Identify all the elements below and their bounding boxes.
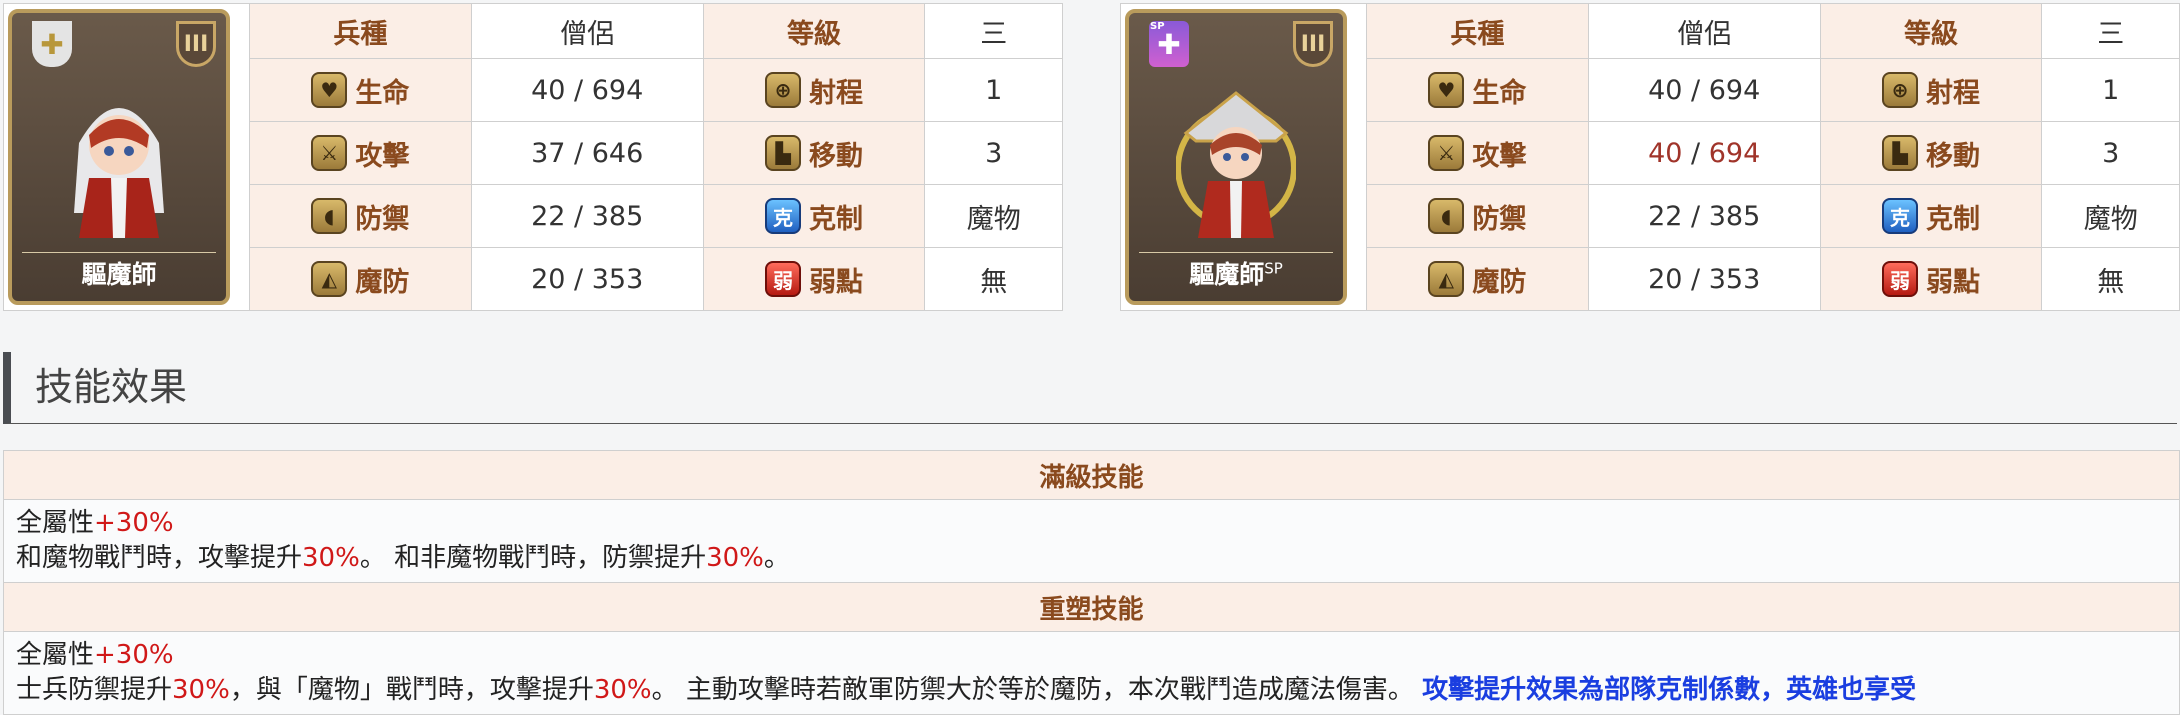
unit-name: 驅魔師SP <box>1189 259 1283 289</box>
atk-label-cell: ⚔ 攻擊 <box>1365 121 1589 185</box>
priest-sp-class-icon: SP ✚ <box>1149 21 1189 67</box>
move-label-cell: ▙ 移動 <box>702 121 926 185</box>
max-skill-line-2: 和魔物戰鬥時，攻擊提升30%。 和非魔物戰鬥時，防禦提升30%。 <box>16 543 790 573</box>
counter-label-cell: 克克制 <box>702 184 926 248</box>
move-value: 3 <box>924 121 1063 185</box>
range-value: 1 <box>2041 58 2180 122</box>
mdef-value: 20 / 353 <box>470 247 704 311</box>
crosshair-icon: ⊕ <box>1882 72 1919 108</box>
magic-shield-icon: ◭ <box>311 261 348 297</box>
unit-stats-table-2: SP ✚ III 驅魔師SP 兵種 僧侶 等級 三 ♥ 生命 40 / 694 … <box>1120 3 2180 311</box>
range-label-cell: ⊕ 射程 <box>1819 58 2043 122</box>
boot-icon: ▙ <box>1882 135 1919 171</box>
class-header: 兵種 <box>1365 3 1589 59</box>
weakness-icon: 弱 <box>765 261 802 297</box>
class-value: 僧侶 <box>1587 3 1821 59</box>
sword-icon: ⚔ <box>1428 135 1465 171</box>
rank-badge: III <box>1293 21 1333 67</box>
atk-label-cell: ⚔ 攻擊 <box>248 121 472 185</box>
rank-badge: III <box>176 21 216 67</box>
hp-value: 40 / 694 <box>1587 58 1821 122</box>
shield-icon: ◖ <box>1428 198 1465 234</box>
unit-card: ✚ III 驅魔師 <box>8 9 230 305</box>
heart-icon: ♥ <box>1428 72 1465 108</box>
remodel-skill-line-2: 士兵防禦提升30%，與「魔物」戰鬥時，攻擊提升30%。 主動攻擊時若敵軍防禦大於… <box>16 675 1917 705</box>
section-title: 技能效果 <box>3 352 2177 424</box>
unit-stats-table-1: ✚ III 驅魔師 兵種 僧侶 等級 三 ♥ 生命 40 / 694 ⊕ 射程 … <box>3 3 1063 311</box>
def-label-cell: ◖ 防禦 <box>248 184 472 248</box>
mdef-value: 20 / 353 <box>1587 247 1821 311</box>
remodel-skill-note: 攻擊提升效果為部隊克制係數，英雄也享受 <box>1422 675 1917 705</box>
counter-icon: 克 <box>1882 198 1919 234</box>
range-value: 1 <box>924 58 1063 122</box>
heart-icon: ♥ <box>311 72 348 108</box>
unit-portrait-cell: ✚ III 驅魔師 <box>3 3 250 311</box>
max-skill-description: 全屬性+30% 和魔物戰鬥時，攻擊提升30%。 和非魔物戰鬥時，防禦提升30%。 <box>3 499 2180 583</box>
crosshair-icon: ⊕ <box>765 72 802 108</box>
sword-icon: ⚔ <box>311 135 348 171</box>
max-skill-header: 滿級技能 <box>3 450 2180 500</box>
range-label-cell: ⊕ 射程 <box>702 58 926 122</box>
hp-label-cell: ♥ 生命 <box>248 58 472 122</box>
weakness-icon: 弱 <box>1882 261 1919 297</box>
counter-value: 魔物 <box>924 184 1063 248</box>
counter-icon: 克 <box>765 198 802 234</box>
def-value: 22 / 385 <box>470 184 704 248</box>
remodel-skill-header: 重塑技能 <box>3 582 2180 632</box>
magic-shield-icon: ◭ <box>1428 261 1465 297</box>
max-skill-line-1: 全屬性+30% <box>16 508 174 538</box>
name-divider <box>1139 252 1333 253</box>
move-label-cell: ▙ 移動 <box>1819 121 2043 185</box>
unit-card: SP ✚ III 驅魔師SP <box>1125 9 1347 305</box>
weakness-value: 無 <box>2041 247 2180 311</box>
atk-value: 40 / 694 <box>1587 121 1821 185</box>
unit-name: 驅魔師 <box>81 260 157 289</box>
shield-icon: ◖ <box>311 198 348 234</box>
weakness-value: 無 <box>924 247 1063 311</box>
weakness-label-cell: 弱弱點 <box>702 247 926 311</box>
character-portrait <box>1176 91 1296 238</box>
unit-portrait-cell: SP ✚ III 驅魔師SP <box>1120 3 1367 311</box>
hp-value: 40 / 694 <box>470 58 704 122</box>
mdef-label-cell: ◭ 魔防 <box>248 247 472 311</box>
def-label-cell: ◖ 防禦 <box>1365 184 1589 248</box>
boot-icon: ▙ <box>765 135 802 171</box>
class-value: 僧侶 <box>470 3 704 59</box>
remodel-skill-description: 全屬性+30% 士兵防禦提升30%，與「魔物」戰鬥時，攻擊提升30%。 主動攻擊… <box>3 631 2180 715</box>
counter-value: 魔物 <box>2041 184 2180 248</box>
skill-table: 滿級技能 全屬性+30% 和魔物戰鬥時，攻擊提升30%。 和非魔物戰鬥時，防禦提… <box>3 450 2180 715</box>
class-header: 兵種 <box>248 3 472 59</box>
mdef-label-cell: ◭ 魔防 <box>1365 247 1589 311</box>
level-header: 等級 <box>702 3 926 59</box>
level-value: 三 <box>2041 3 2180 59</box>
remodel-skill-line-1: 全屬性+30% <box>16 640 174 670</box>
move-value: 3 <box>2041 121 2180 185</box>
atk-value: 37 / 646 <box>470 121 704 185</box>
name-divider <box>22 252 216 253</box>
hp-label-cell: ♥ 生命 <box>1365 58 1589 122</box>
level-header: 等級 <box>1819 3 2043 59</box>
level-value: 三 <box>924 3 1063 59</box>
def-value: 22 / 385 <box>1587 184 1821 248</box>
priest-class-icon: ✚ <box>32 21 72 67</box>
counter-label-cell: 克克制 <box>1819 184 2043 248</box>
character-portrait <box>74 108 164 238</box>
weakness-label-cell: 弱弱點 <box>1819 247 2043 311</box>
